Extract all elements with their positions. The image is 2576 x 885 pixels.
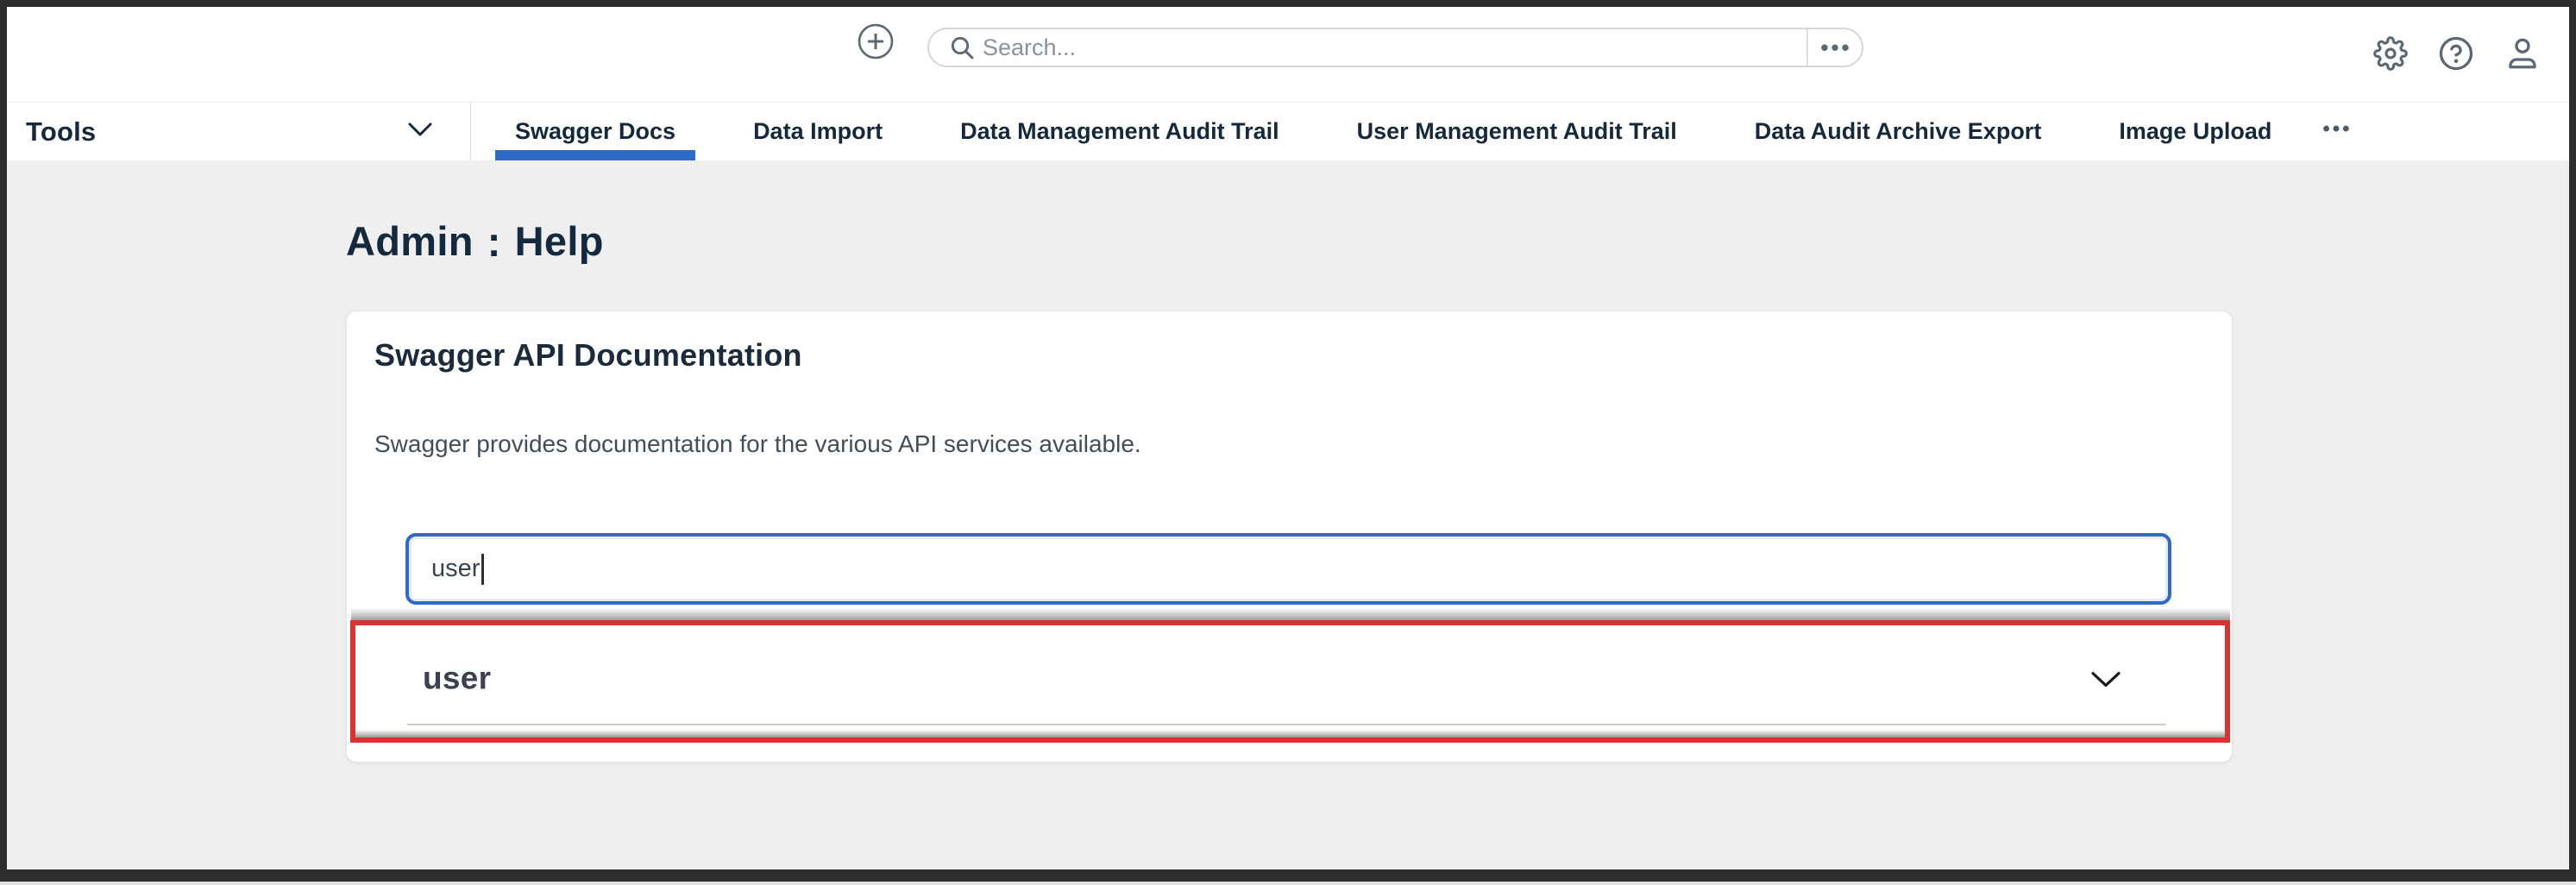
tab-bar: Swagger Docs Data Import Data Management… xyxy=(476,103,2310,160)
tabs-overflow-button[interactable]: ••• xyxy=(2310,97,2364,160)
annotation-highlight: user xyxy=(350,620,2230,743)
section-divider xyxy=(407,724,2166,725)
api-filter-input-value: user xyxy=(431,555,480,583)
account-button[interactable] xyxy=(2504,35,2541,74)
accordion-top-shadow xyxy=(351,608,2230,620)
chevron-down-icon xyxy=(2089,669,2123,690)
main-content: Admin : Help Swagger API Documentation S… xyxy=(7,160,2569,869)
topbar: ••• xyxy=(7,7,2569,103)
topbar-actions xyxy=(2373,7,2541,102)
page-title: Admin : Help xyxy=(346,217,604,265)
api-section-user[interactable]: user xyxy=(355,625,2225,738)
text-caret xyxy=(481,554,484,585)
tab-data-management-audit-trail[interactable]: Data Management Audit Trail xyxy=(921,103,1318,160)
tools-dropdown[interactable]: Tools xyxy=(7,103,471,160)
api-filter-input[interactable]: user xyxy=(405,533,2171,605)
api-section-label: user xyxy=(423,661,491,697)
search-input[interactable] xyxy=(983,29,1806,66)
tab-data-audit-archive-export[interactable]: Data Audit Archive Export xyxy=(1716,103,2081,160)
plus-circle-icon xyxy=(856,51,895,64)
tab-swagger-docs[interactable]: Swagger Docs xyxy=(476,103,714,160)
navbar: Tools Swagger Docs Data Import Data Mana… xyxy=(7,103,2569,160)
chevron-down-icon xyxy=(406,121,434,142)
card-heading: Swagger API Documentation xyxy=(374,337,802,373)
tab-image-upload[interactable]: Image Upload xyxy=(2080,103,2310,160)
tools-dropdown-label: Tools xyxy=(26,116,96,148)
card-description: Swagger provides documentation for the v… xyxy=(374,430,1141,458)
section-bottom-shadow xyxy=(355,730,2225,738)
settings-button[interactable] xyxy=(2373,36,2408,73)
swagger-docs-card: Swagger API Documentation Swagger provid… xyxy=(346,311,2233,763)
tab-user-management-audit-trail[interactable]: User Management Audit Trail xyxy=(1318,103,1716,160)
page-title-separator: : xyxy=(487,217,501,267)
tab-data-import[interactable]: Data Import xyxy=(714,103,921,160)
question-circle-icon xyxy=(2438,35,2474,74)
magnifier-icon xyxy=(929,34,983,61)
search-options-button[interactable]: ••• xyxy=(1806,29,1862,66)
search-bar: ••• xyxy=(927,28,1863,67)
page-title-section: Admin xyxy=(346,217,474,265)
person-icon xyxy=(2504,35,2541,74)
create-button[interactable] xyxy=(856,22,895,61)
app-window: ••• xyxy=(0,0,2576,882)
page-title-page: Help xyxy=(515,217,604,265)
gear-icon xyxy=(2373,36,2408,73)
help-button[interactable] xyxy=(2438,35,2474,74)
